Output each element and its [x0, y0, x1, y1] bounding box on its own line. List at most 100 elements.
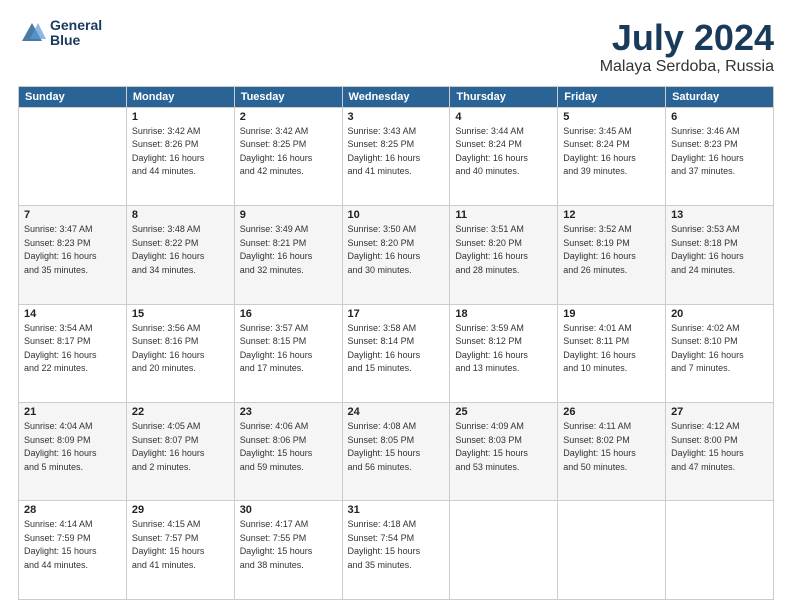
- day-info: Sunrise: 4:12 AM Sunset: 8:00 PM Dayligh…: [671, 420, 768, 474]
- weekday-header-thursday: Thursday: [450, 86, 558, 107]
- calendar-cell: 3 Sunrise: 3:43 AM Sunset: 8:25 PM Daylig…: [342, 107, 450, 205]
- day-info: Sunrise: 3:49 AM Sunset: 8:21 PM Dayligh…: [240, 223, 337, 277]
- calendar-cell: 22 Sunrise: 4:05 AM Sunset: 8:07 PM Dayli…: [126, 403, 234, 501]
- day-number: 6: [671, 111, 768, 123]
- day-number: 2: [240, 111, 337, 123]
- day-number: 31: [348, 504, 445, 516]
- day-info: Sunrise: 3:56 AM Sunset: 8:16 PM Dayligh…: [132, 322, 229, 376]
- calendar-cell: 25 Sunrise: 4:09 AM Sunset: 8:03 PM Dayli…: [450, 403, 558, 501]
- day-number: 1: [132, 111, 229, 123]
- calendar-cell: 15 Sunrise: 3:56 AM Sunset: 8:16 PM Dayli…: [126, 304, 234, 402]
- calendar-cell: 4 Sunrise: 3:44 AM Sunset: 8:24 PM Daylig…: [450, 107, 558, 205]
- calendar-cell: 9 Sunrise: 3:49 AM Sunset: 8:21 PM Daylig…: [234, 206, 342, 304]
- logo: General Blue: [18, 18, 102, 49]
- day-info: Sunrise: 3:53 AM Sunset: 8:18 PM Dayligh…: [671, 223, 768, 277]
- day-number: 15: [132, 308, 229, 320]
- day-number: 24: [348, 406, 445, 418]
- logo-text: General Blue: [50, 18, 102, 49]
- day-number: 30: [240, 504, 337, 516]
- day-number: 23: [240, 406, 337, 418]
- calendar-cell: 21 Sunrise: 4:04 AM Sunset: 8:09 PM Dayli…: [19, 403, 127, 501]
- calendar-cell: 6 Sunrise: 3:46 AM Sunset: 8:23 PM Daylig…: [666, 107, 774, 205]
- day-info: Sunrise: 3:42 AM Sunset: 8:25 PM Dayligh…: [240, 125, 337, 179]
- day-number: 22: [132, 406, 229, 418]
- day-number: 13: [671, 209, 768, 221]
- calendar-cell: 14 Sunrise: 3:54 AM Sunset: 8:17 PM Dayli…: [19, 304, 127, 402]
- day-info: Sunrise: 3:48 AM Sunset: 8:22 PM Dayligh…: [132, 223, 229, 277]
- day-info: Sunrise: 4:02 AM Sunset: 8:10 PM Dayligh…: [671, 322, 768, 376]
- weekday-header-tuesday: Tuesday: [234, 86, 342, 107]
- calendar-cell: 2 Sunrise: 3:42 AM Sunset: 8:25 PM Daylig…: [234, 107, 342, 205]
- calendar-cell: 19Sunrise: 4:01 AM Sunset: 8:11 PM Dayli…: [558, 304, 666, 402]
- day-info: Sunrise: 3:58 AM Sunset: 8:14 PM Dayligh…: [348, 322, 445, 376]
- calendar-cell: 5 Sunrise: 3:45 AM Sunset: 8:24 PM Daylig…: [558, 107, 666, 205]
- day-info: Sunrise: 4:06 AM Sunset: 8:06 PM Dayligh…: [240, 420, 337, 474]
- weekday-header-wednesday: Wednesday: [342, 86, 450, 107]
- calendar-cell: [666, 501, 774, 600]
- day-info: Sunrise: 3:45 AM Sunset: 8:24 PM Dayligh…: [563, 125, 660, 179]
- calendar-cell: 17 Sunrise: 3:58 AM Sunset: 8:14 PM Dayli…: [342, 304, 450, 402]
- day-info: Sunrise: 4:14 AM Sunset: 7:59 PM Dayligh…: [24, 518, 121, 572]
- day-number: 29: [132, 504, 229, 516]
- day-number: 28: [24, 504, 121, 516]
- day-info: Sunrise: 3:46 AM Sunset: 8:23 PM Dayligh…: [671, 125, 768, 179]
- day-info: Sunrise: 4:17 AM Sunset: 7:55 PM Dayligh…: [240, 518, 337, 572]
- day-number: 17: [348, 308, 445, 320]
- weekday-header-friday: Friday: [558, 86, 666, 107]
- day-number: 26: [563, 406, 660, 418]
- day-number: 12: [563, 209, 660, 221]
- header: General Blue July 2024 Malaya Serdoba, R…: [18, 18, 774, 76]
- calendar-cell: 8 Sunrise: 3:48 AM Sunset: 8:22 PM Daylig…: [126, 206, 234, 304]
- title-block: July 2024 Malaya Serdoba, Russia: [600, 18, 774, 76]
- calendar-cell: 26 Sunrise: 4:11 AM Sunset: 8:02 PM Dayli…: [558, 403, 666, 501]
- day-info: Sunrise: 3:43 AM Sunset: 8:25 PM Dayligh…: [348, 125, 445, 179]
- day-info: Sunrise: 3:44 AM Sunset: 8:24 PM Dayligh…: [455, 125, 552, 179]
- page: General Blue July 2024 Malaya Serdoba, R…: [0, 0, 792, 612]
- calendar-cell: 24 Sunrise: 4:08 AM Sunset: 8:05 PM Dayli…: [342, 403, 450, 501]
- day-info: Sunrise: 4:11 AM Sunset: 8:02 PM Dayligh…: [563, 420, 660, 474]
- day-info: Sunrise: 3:57 AM Sunset: 8:15 PM Dayligh…: [240, 322, 337, 376]
- day-number: 18: [455, 308, 552, 320]
- weekday-header-saturday: Saturday: [666, 86, 774, 107]
- logo-icon: [18, 19, 46, 47]
- day-number: 16: [240, 308, 337, 320]
- weekday-header-monday: Monday: [126, 86, 234, 107]
- title-month: July 2024: [600, 18, 774, 58]
- day-number: 20: [671, 308, 768, 320]
- day-info: Sunrise: 3:52 AM Sunset: 8:19 PM Dayligh…: [563, 223, 660, 277]
- calendar-cell: 10Sunrise: 3:50 AM Sunset: 8:20 PM Dayli…: [342, 206, 450, 304]
- day-info: Sunrise: 4:05 AM Sunset: 8:07 PM Dayligh…: [132, 420, 229, 474]
- calendar-cell: 18Sunrise: 3:59 AM Sunset: 8:12 PM Dayli…: [450, 304, 558, 402]
- title-location: Malaya Serdoba, Russia: [600, 58, 774, 76]
- calendar-cell: 7Sunrise: 3:47 AM Sunset: 8:23 PM Daylig…: [19, 206, 127, 304]
- day-info: Sunrise: 3:42 AM Sunset: 8:26 PM Dayligh…: [132, 125, 229, 179]
- day-number: 3: [348, 111, 445, 123]
- day-info: Sunrise: 4:09 AM Sunset: 8:03 PM Dayligh…: [455, 420, 552, 474]
- calendar-cell: 1 Sunrise: 3:42 AM Sunset: 8:26 PM Daylig…: [126, 107, 234, 205]
- day-number: 9: [240, 209, 337, 221]
- calendar-cell: 23 Sunrise: 4:06 AM Sunset: 8:06 PM Dayli…: [234, 403, 342, 501]
- day-number: 14: [24, 308, 121, 320]
- calendar-cell: 16 Sunrise: 3:57 AM Sunset: 8:15 PM Dayli…: [234, 304, 342, 402]
- day-number: 5: [563, 111, 660, 123]
- day-info: Sunrise: 4:15 AM Sunset: 7:57 PM Dayligh…: [132, 518, 229, 572]
- weekday-header-sunday: Sunday: [19, 86, 127, 107]
- day-number: 25: [455, 406, 552, 418]
- day-number: 11: [455, 209, 552, 221]
- day-info: Sunrise: 4:08 AM Sunset: 8:05 PM Dayligh…: [348, 420, 445, 474]
- day-number: 8: [132, 209, 229, 221]
- day-info: Sunrise: 3:54 AM Sunset: 8:17 PM Dayligh…: [24, 322, 121, 376]
- calendar-cell: [558, 501, 666, 600]
- day-number: 27: [671, 406, 768, 418]
- calendar-cell: [19, 107, 127, 205]
- day-number: 21: [24, 406, 121, 418]
- day-info: Sunrise: 3:51 AM Sunset: 8:20 PM Dayligh…: [455, 223, 552, 277]
- day-number: 4: [455, 111, 552, 123]
- day-info: Sunrise: 4:18 AM Sunset: 7:54 PM Dayligh…: [348, 518, 445, 572]
- day-info: Sunrise: 4:04 AM Sunset: 8:09 PM Dayligh…: [24, 420, 121, 474]
- day-info: Sunrise: 3:50 AM Sunset: 8:20 PM Dayligh…: [348, 223, 445, 277]
- calendar-cell: 29 Sunrise: 4:15 AM Sunset: 7:57 PM Dayli…: [126, 501, 234, 600]
- day-info: Sunrise: 4:01 AM Sunset: 8:11 PM Dayligh…: [563, 322, 660, 376]
- calendar-cell: 31 Sunrise: 4:18 AM Sunset: 7:54 PM Dayli…: [342, 501, 450, 600]
- day-number: 7: [24, 209, 121, 221]
